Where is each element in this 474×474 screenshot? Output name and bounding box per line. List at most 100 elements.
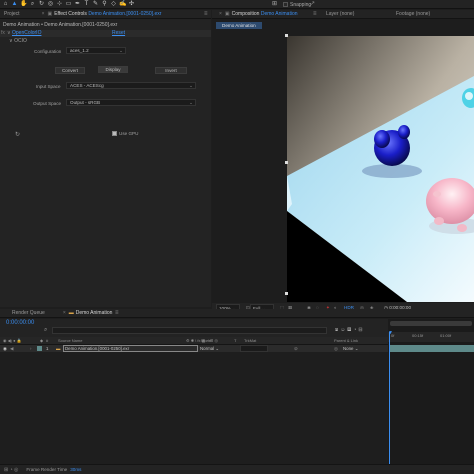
refresh-icon[interactable]: ↻ bbox=[15, 131, 20, 138]
composition-viewer[interactable] bbox=[287, 36, 474, 302]
zoom-icon[interactable]: ⌕ bbox=[29, 1, 36, 8]
pan-behind-icon[interactable]: ⊹ bbox=[56, 1, 63, 8]
effect-header-text: Demo Animation • Demo Animation.[0001-02… bbox=[3, 22, 118, 28]
selection-icon[interactable]: ▲ bbox=[11, 1, 18, 8]
trkmat-link-icon[interactable]: ⊘ bbox=[294, 345, 298, 352]
ocio-group-row[interactable]: ∨ OCIO bbox=[9, 38, 220, 44]
reset-link[interactable]: Reset bbox=[112, 30, 125, 36]
column-t[interactable]: T bbox=[234, 338, 236, 343]
effect-row-opencolorio[interactable]: fx ∨ OpenColorIO Reset bbox=[0, 30, 211, 37]
comp-breadcrumb[interactable]: Demo Animation bbox=[216, 22, 262, 29]
timeline-tabbar: Render Queue × ▬ Demo Animation ≡ bbox=[0, 309, 474, 318]
puppet-icon[interactable]: ✣ bbox=[128, 1, 135, 8]
chevron-down-icon: ⌄ bbox=[189, 83, 193, 88]
brush-icon[interactable]: ✎ bbox=[92, 1, 99, 8]
tab-composition[interactable]: × ▣ Composition Demo Animation bbox=[215, 10, 302, 19]
clone-stamp-icon[interactable]: ⚲ bbox=[101, 1, 108, 8]
tab-effect-controls[interactable]: × ▣ Effect Controls Demo Animation.[0001-0… bbox=[38, 10, 166, 19]
parent-value: None bbox=[343, 346, 354, 351]
current-time[interactable]: 0:00:00:00 bbox=[6, 320, 34, 326]
hand-icon[interactable]: ✋ bbox=[20, 1, 27, 8]
trkmat-dropdown[interactable] bbox=[240, 345, 268, 352]
invert-button[interactable]: Invert bbox=[155, 67, 187, 74]
timeline-switches[interactable]: ⧈☺▤◔⊟ bbox=[335, 327, 365, 333]
tab-render-queue[interactable]: Render Queue bbox=[8, 309, 49, 318]
status-icons[interactable]: ⊞ ◔ ◎ bbox=[4, 467, 18, 473]
layer-row[interactable]: ◉ ◀ › 1 ▬ Demo Animation.[0001-0250].exr… bbox=[0, 345, 388, 352]
tab-project[interactable]: Project bbox=[0, 10, 24, 19]
eye-icon[interactable]: ◉ bbox=[3, 345, 7, 352]
lock-icon[interactable]: ▣ bbox=[225, 11, 230, 17]
tab-footage-value: (none) bbox=[415, 11, 431, 17]
layer-name[interactable]: Demo Animation.[0001-0250].exr bbox=[63, 345, 198, 352]
parent-dropdown[interactable]: None ⌄ bbox=[343, 345, 358, 352]
roto-brush-icon[interactable]: ✍ bbox=[119, 1, 126, 8]
close-icon[interactable]: × bbox=[63, 310, 66, 316]
effect-name[interactable]: OpenColorIO bbox=[12, 30, 41, 36]
chevron-right-icon[interactable]: › bbox=[30, 345, 31, 352]
time-navigator[interactable] bbox=[390, 321, 472, 326]
comp-icon: ▬ bbox=[68, 309, 74, 316]
use-gpu-label: Use GPU bbox=[119, 131, 139, 136]
use-gpu-checkbox[interactable]: Use GPU bbox=[112, 131, 138, 136]
time-ruler[interactable]: 0f 00:15f 01:00f bbox=[388, 332, 474, 342]
effect-panel-tabbar: Project × ▣ Effect Controls Demo Animation… bbox=[0, 10, 211, 19]
tab-footage[interactable]: Footage (none) bbox=[392, 10, 434, 19]
output-space-dropdown[interactable]: Output - sRGB ⌄ bbox=[66, 99, 196, 106]
graph-editor-icon[interactable]: ⊟ bbox=[358, 327, 364, 333]
tab-footage-label: Footage bbox=[396, 11, 415, 17]
layer-duration-bar[interactable] bbox=[390, 345, 474, 352]
panel-menu-icon[interactable]: ≡ bbox=[204, 10, 208, 19]
tab-composition-label: Composition bbox=[231, 10, 260, 17]
camera-orbit-icon[interactable]: ◎ bbox=[47, 1, 54, 8]
audio-icon[interactable]: ◀ bbox=[10, 345, 13, 352]
label-color-swatch[interactable] bbox=[37, 346, 42, 351]
rotate-icon[interactable]: ↻ bbox=[38, 1, 45, 8]
close-icon[interactable]: × bbox=[42, 11, 45, 17]
eraser-icon[interactable]: ◇ bbox=[110, 1, 117, 8]
label-icon: ◆ bbox=[40, 338, 44, 343]
column-source-name[interactable]: Source Name bbox=[58, 338, 82, 343]
tab-layer[interactable]: Layer (none) bbox=[322, 10, 358, 19]
snapping-checkbox[interactable] bbox=[283, 2, 288, 7]
viewer-handle[interactable] bbox=[285, 34, 288, 37]
panel-menu-icon[interactable]: ≡ bbox=[115, 309, 119, 318]
type-icon[interactable]: T bbox=[83, 1, 90, 8]
close-icon[interactable]: × bbox=[219, 11, 222, 17]
frame-render-value: 30ms bbox=[70, 467, 82, 472]
tab-effect-controls-file: Demo Animation.[0001-0250].exr bbox=[88, 10, 162, 17]
home-icon[interactable]: ⌂ bbox=[2, 1, 9, 8]
fx-toggle-icon[interactable]: fx bbox=[1, 30, 5, 36]
tab-render-queue-label: Render Queue bbox=[12, 309, 45, 316]
pen-icon[interactable]: ✒ bbox=[74, 1, 81, 8]
chevron-down-icon[interactable]: ∨ bbox=[7, 30, 11, 36]
timeline-tracks[interactable]: 0f 00:15f 01:00f ▼ bbox=[388, 319, 474, 465]
snapping-icon[interactable]: ⊞ bbox=[272, 1, 279, 8]
tab-timeline-comp[interactable]: × ▬ Demo Animation bbox=[59, 309, 117, 318]
snapping-toggle[interactable]: Snapping bbox=[283, 1, 311, 8]
composition-panel: × ▣ Composition Demo Animation ≡ Layer (no… bbox=[212, 10, 474, 312]
input-space-label: Input Space bbox=[36, 84, 61, 89]
playhead-handle-icon[interactable]: ▼ bbox=[388, 330, 393, 336]
display-button[interactable]: Display bbox=[98, 66, 128, 73]
layer-search-input[interactable] bbox=[52, 327, 327, 334]
pick-whip-icon[interactable]: ◎ bbox=[334, 345, 338, 352]
rectangle-icon[interactable]: ▭ bbox=[65, 1, 72, 8]
output-space-label: Output Space bbox=[33, 101, 62, 106]
search-icon[interactable]: ⌕ bbox=[44, 327, 47, 334]
checkbox-checked-icon[interactable] bbox=[112, 131, 117, 136]
layer-mode-dropdown[interactable]: Normal ⌄ bbox=[200, 345, 219, 352]
column-mode[interactable]: Mode bbox=[201, 338, 211, 343]
configuration-dropdown[interactable]: aces_1.2 ⌄ bbox=[66, 47, 126, 54]
convert-button[interactable]: Convert bbox=[55, 67, 85, 74]
viewer-handle[interactable] bbox=[285, 161, 288, 164]
snap-options-icon[interactable]: ↗ bbox=[310, 1, 317, 8]
viewer-handle[interactable] bbox=[285, 292, 288, 295]
column-parent[interactable]: Parent & Link bbox=[334, 338, 358, 343]
panel-menu-icon[interactable]: ≡ bbox=[313, 10, 317, 19]
lock-icon[interactable]: ▣ bbox=[47, 11, 52, 17]
av-features-icon: ◉ ◀) ● 🔒 bbox=[3, 338, 22, 343]
hash-icon: # bbox=[46, 338, 49, 343]
column-trkmat[interactable]: TrkMat bbox=[244, 338, 256, 343]
input-space-dropdown[interactable]: ACES - ACEScg ⌄ bbox=[66, 82, 196, 89]
